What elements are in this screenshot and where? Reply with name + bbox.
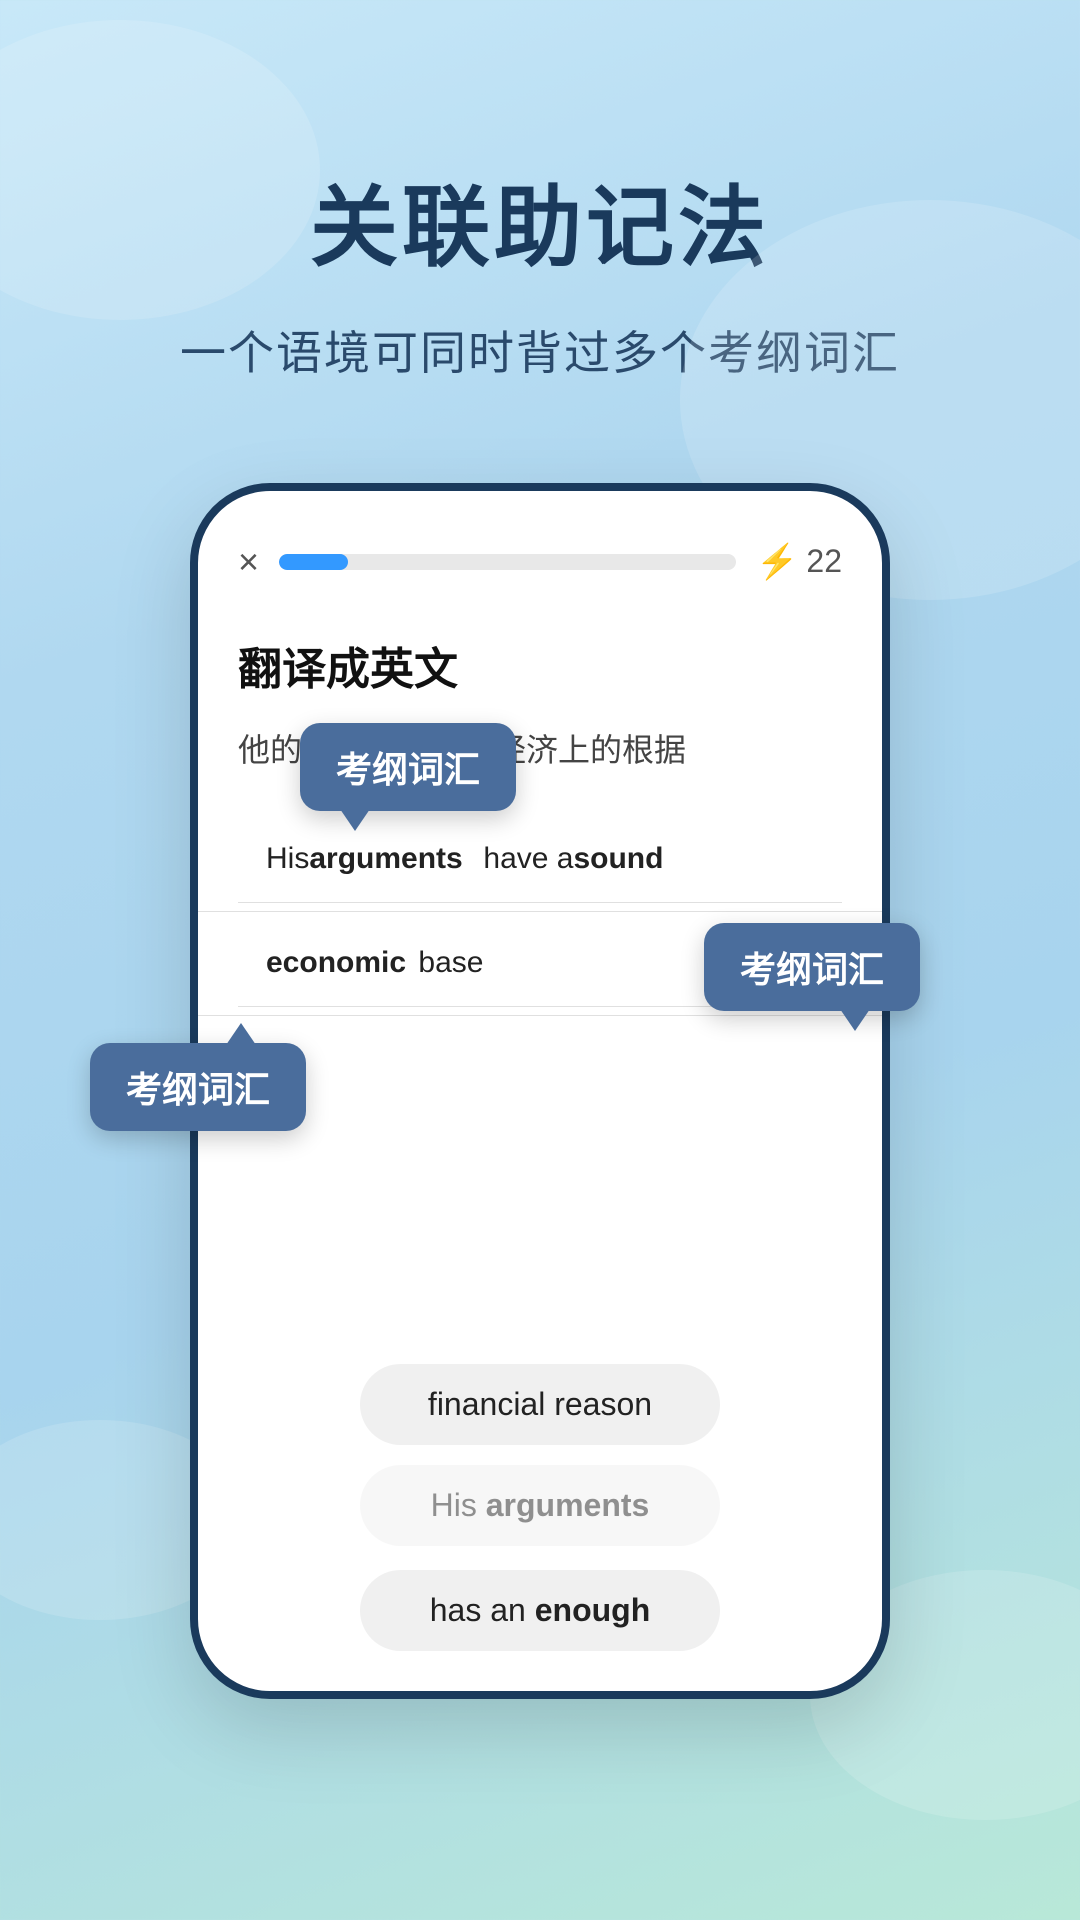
tooltip-label-2: 考纲词汇 <box>740 949 884 990</box>
choice-financial[interactable]: financial reason <box>360 1364 720 1445</box>
choice-arguments-text: His arguments <box>431 1487 650 1523</box>
bottom-choices: financial reason His arguments has an en… <box>238 1364 842 1651</box>
close-button[interactable]: × <box>238 541 259 583</box>
phone-top-bar: × ⚡ 22 <box>238 541 842 583</box>
progress-bar-container <box>279 554 736 570</box>
score-value: 22 <box>806 543 842 580</box>
tooltip-kagang-3: 考纲词汇 <box>90 1043 306 1131</box>
choice-enough[interactable]: has an enough <box>360 1570 720 1651</box>
answer-text-his: His <box>266 838 309 880</box>
blank-area <box>238 1024 842 1304</box>
tooltip-label-1: 考纲词汇 <box>336 749 480 790</box>
answer-text-have: have a <box>467 838 574 880</box>
tooltip-label-3: 考纲词汇 <box>126 1069 270 1110</box>
answer-text-economic: economic <box>266 942 406 984</box>
tooltip-kagang-2: 考纲词汇 <box>704 923 920 1011</box>
choice-enough-text: has an enough <box>430 1592 651 1628</box>
answer-options: His arguments have a sound economic base <box>238 816 842 1304</box>
tooltip-kagang-1: 考纲词汇 <box>300 723 516 811</box>
page-container: 关联助记法 一个语境可同时背过多个考纲词汇 考纲词汇 考纲词汇 考纲词汇 × <box>0 0 1080 1920</box>
phone-wrapper: 考纲词汇 考纲词汇 考纲词汇 × ⚡ 22 翻译成英文 <box>190 483 890 1699</box>
choice-arguments[interactable]: His arguments <box>360 1465 720 1546</box>
answer-text-arguments: arguments <box>309 838 462 880</box>
divider-1 <box>198 911 882 912</box>
divider-2 <box>198 1015 882 1016</box>
lightning-icon: ⚡ <box>756 542 798 582</box>
score-area: ⚡ 22 <box>756 542 842 582</box>
choice-row-2: His arguments has an enough <box>238 1465 842 1651</box>
question-label: 翻译成英文 <box>238 633 842 697</box>
choice-financial-text: financial reason <box>428 1386 652 1422</box>
answer-row-1: His arguments have a sound <box>238 816 842 903</box>
answer-text-base: base <box>410 942 483 984</box>
answer-chip-2[interactable]: economic base <box>238 920 511 1006</box>
answer-text-sound: sound <box>573 838 663 880</box>
answer-chip-1[interactable]: His arguments have a sound <box>238 816 695 902</box>
progress-bar-fill <box>279 554 348 570</box>
